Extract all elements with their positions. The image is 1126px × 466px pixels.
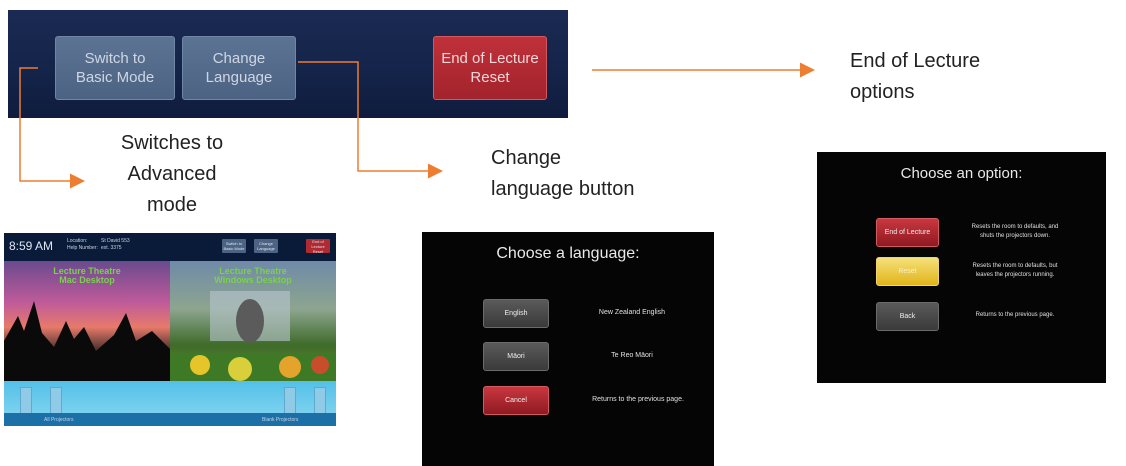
mac-desktop-title: Lecture Theatre Mac Desktop — [53, 266, 121, 285]
language-connector-arrow — [298, 61, 443, 179]
clock: 8:59 AM — [9, 239, 54, 253]
help-label: Help Number: — [67, 245, 98, 251]
advanced-footer: All Projectors Blank Projectors — [4, 413, 336, 426]
adv-end-button[interactable]: End of Lecture Reset — [306, 239, 330, 254]
back-description: Returns to the previous page. — [975, 312, 1055, 318]
cancel-description: Returns to the previous page. — [592, 396, 684, 403]
reset-description: Resets the room to defaults, but leaves … — [972, 263, 1058, 278]
option-dialog-title: Choose an option: — [900, 165, 1023, 182]
switches-caption: Switches to Advanced mode — [120, 132, 224, 216]
maori-description: Te Reo Māori — [611, 352, 653, 359]
location-value: St David 553 — [101, 238, 130, 244]
reset-button[interactable]: Reset — [876, 257, 939, 286]
cancel-button[interactable]: Cancel — [483, 386, 549, 415]
help-value: ext. 3375 — [101, 245, 122, 251]
english-description: New Zealand English — [598, 309, 666, 316]
advanced-header: 8:59 AM Location: Help Number: St David … — [4, 233, 336, 261]
option-dialog: Choose an option: End of Lecture Resets … — [817, 152, 1106, 383]
mac-desktop-preview[interactable]: Lecture Theatre Mac Desktop — [4, 261, 170, 381]
location-label: Location: — [67, 238, 88, 244]
advanced-mode-screenshot: 8:59 AM Location: Help Number: St David … — [4, 233, 336, 426]
adv-language-button[interactable]: Change Language — [254, 239, 278, 253]
end-of-lecture-caption: End of Lecture options — [850, 50, 981, 103]
change-language-caption: Change language button — [491, 147, 635, 200]
end-of-lecture-description: Resets the room to defaults, and shuts t… — [971, 224, 1059, 239]
english-button[interactable]: English — [483, 299, 549, 328]
windows-desktop-preview[interactable]: Lecture Theatre Windows Desktop — [170, 261, 336, 381]
adv-switch-button[interactable]: Switch to Basic Mode — [222, 239, 246, 253]
back-button[interactable]: Back — [876, 302, 939, 331]
end-of-lecture-button[interactable]: End of Lecture — [876, 218, 939, 247]
language-dialog: Choose a language: English New Zealand E… — [422, 232, 714, 466]
windows-desktop-title: Lecture Theatre Windows Desktop — [214, 266, 292, 285]
language-dialog-title: Choose a language: — [496, 245, 640, 262]
switch-connector-arrow — [19, 67, 85, 189]
blank-projectors-label: Blank Projectors — [262, 417, 299, 423]
maori-button[interactable]: Māori — [483, 342, 549, 371]
all-projectors-label: All Projectors — [44, 417, 74, 423]
